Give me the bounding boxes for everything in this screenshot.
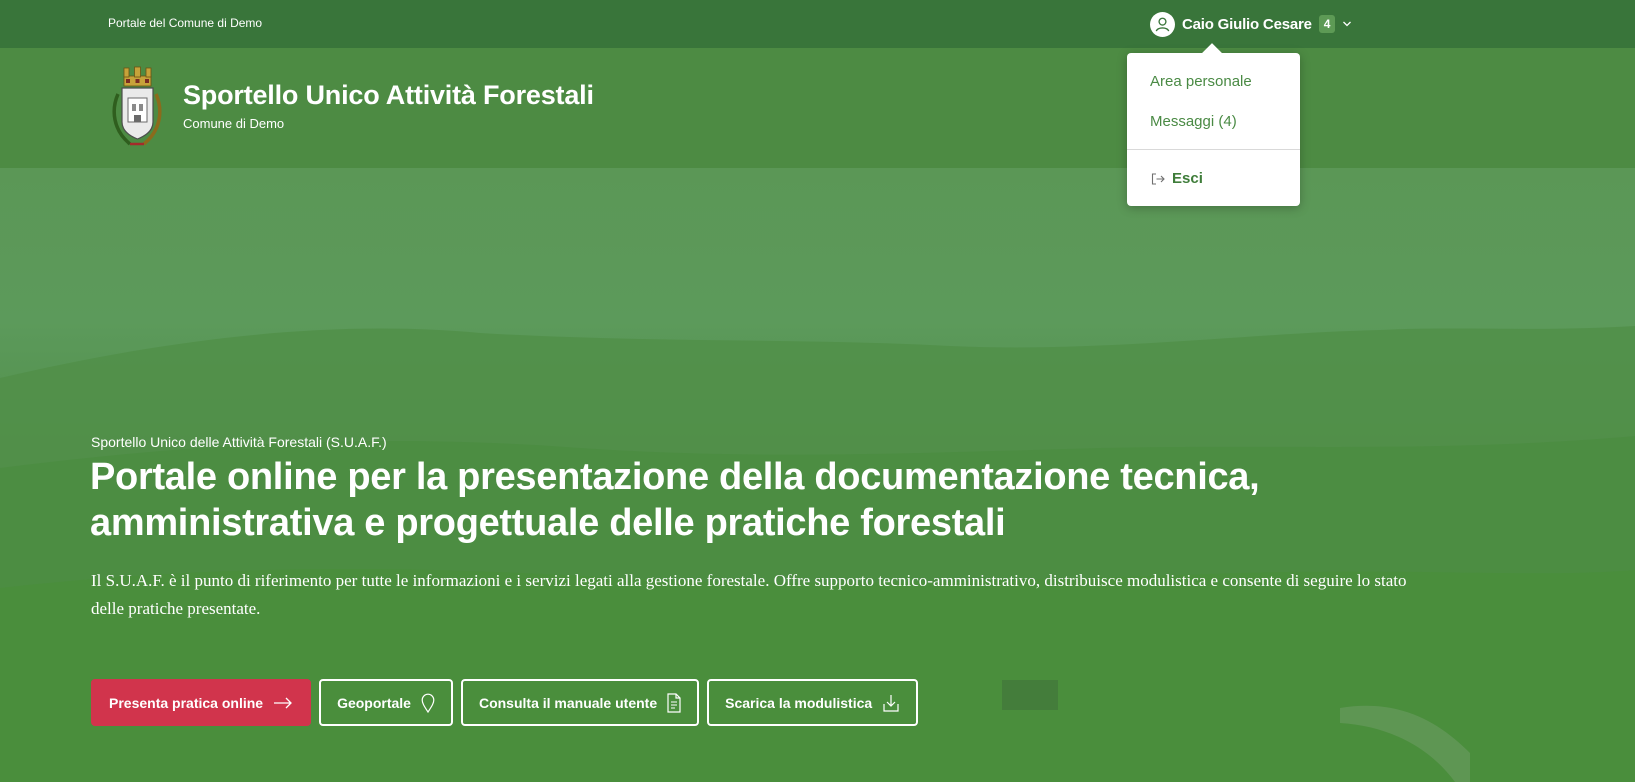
submit-application-label: Presenta pratica online xyxy=(109,694,264,711)
user-dropdown-menu: Area personale Messaggi (4) Esci xyxy=(1127,53,1300,206)
user-manual-label: Consulta il manuale utente xyxy=(478,694,658,711)
submit-application-button[interactable]: Presenta pratica online xyxy=(91,679,312,726)
user-menu-toggle[interactable]: Caio Giulio Cesare 4 xyxy=(1150,11,1352,37)
menu-item-personal-area[interactable]: Area personale xyxy=(1150,73,1252,90)
arrow-right-icon xyxy=(274,697,292,708)
download-icon xyxy=(883,694,899,712)
user-icon xyxy=(1150,11,1175,37)
menu-divider xyxy=(1127,149,1300,150)
notification-badge: 4 xyxy=(1318,15,1336,33)
site-subtitle: Comune di Demo xyxy=(183,116,285,131)
chevron-down-icon xyxy=(1343,21,1352,27)
user-name: Caio Giulio Cesare xyxy=(1182,15,1312,33)
logout-icon xyxy=(1151,172,1165,185)
menu-item-messages[interactable]: Messaggi (4) xyxy=(1150,113,1237,130)
hero-description: Il S.U.A.F. è il punto di riferimento pe… xyxy=(91,571,1407,618)
hero-eyebrow: Sportello Unico delle Attività Forestali… xyxy=(91,434,387,450)
top-bar: Portale del Comune di Demo Caio Giulio C… xyxy=(0,0,1635,48)
geoportal-label: Geoportale xyxy=(337,694,411,711)
hero-section: Sportello Unico delle Attività Forestali… xyxy=(0,168,1635,782)
site-title[interactable]: Sportello Unico Attività Forestali xyxy=(183,80,594,111)
download-forms-button[interactable]: Scarica la modulistica xyxy=(707,679,919,726)
org-link[interactable]: Portale del Comune di Demo xyxy=(108,16,262,30)
logout-label: Esci xyxy=(1172,170,1203,187)
logout-button[interactable]: Esci xyxy=(1150,170,1203,187)
map-pin-icon xyxy=(421,693,435,713)
user-manual-button[interactable]: Consulta il manuale utente xyxy=(460,679,700,726)
hero-title: Portale online per la presentazione dell… xyxy=(90,456,1260,544)
download-forms-label: Scarica la modulistica xyxy=(725,694,873,711)
geoportal-button[interactable]: Geoportale xyxy=(319,679,453,726)
hero-actions: Presenta pratica online Geoportale Consu… xyxy=(91,679,919,726)
document-icon xyxy=(667,692,681,713)
site-header: Sportello Unico Attività Forestali Comun… xyxy=(0,48,1635,168)
municipal-crest-icon[interactable] xyxy=(108,64,166,150)
